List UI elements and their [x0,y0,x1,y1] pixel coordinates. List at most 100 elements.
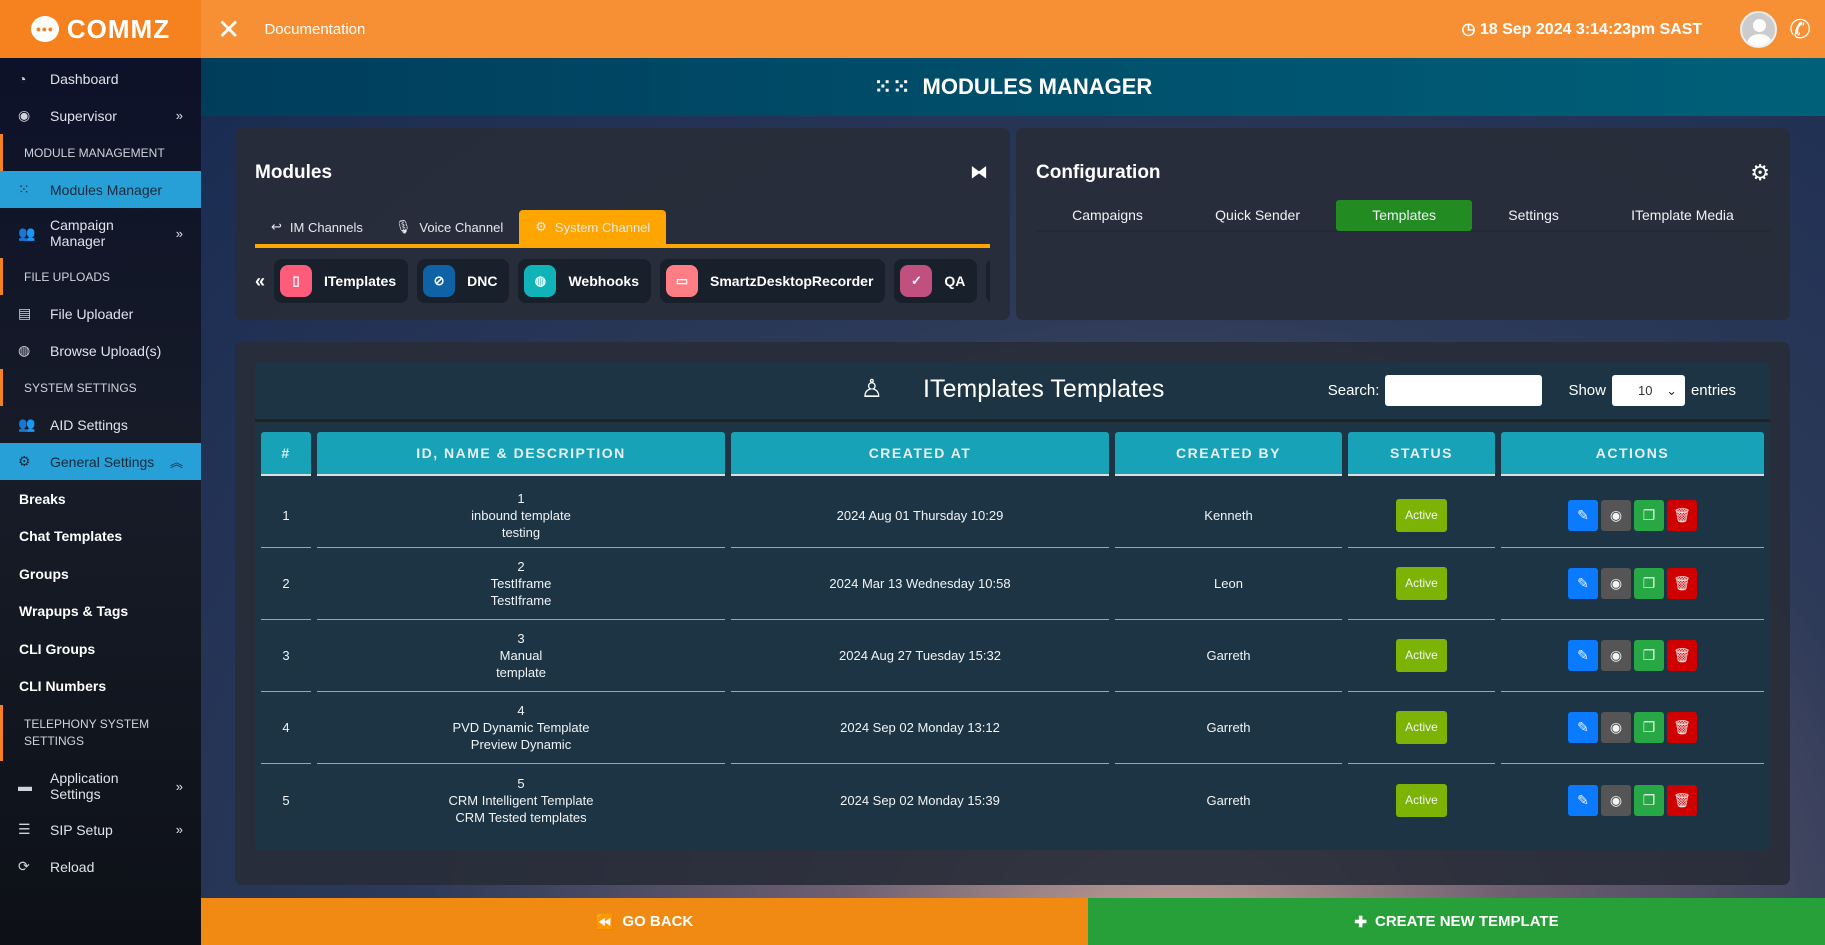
edit-icon[interactable]: ✎ [1568,712,1598,743]
entries-select[interactable]: 10⌄ [1612,375,1685,406]
tab-templates[interactable]: Templates [1336,200,1472,231]
entries-label: entries [1691,382,1736,399]
copy-icon[interactable]: ❐ [1634,500,1664,531]
tab-system-channel[interactable]: ⚙System Channel [519,210,666,244]
clock-datetime: ◷ 18 Sep 2024 3:14:23pm SAST [1461,19,1702,39]
copy-icon[interactable]: ❐ [1634,640,1664,671]
nav-aid-settings[interactable]: 👥AID Settings [0,406,201,443]
nav-label: Reload [50,859,94,875]
nav-breaks[interactable]: Breaks [0,480,201,518]
nav-application-settings[interactable]: ▬Application Settings» [0,761,201,811]
phone-icon[interactable]: ✆ [1789,14,1811,45]
tab-im-channels[interactable]: ↩IM Channels [255,210,379,244]
module-webhooks[interactable]: ◍Webhooks [518,259,651,303]
search-input[interactable] [1385,375,1542,406]
eye-icon[interactable]: ◉ [1601,568,1631,599]
nav-file-uploader[interactable]: ▤File Uploader [0,295,201,332]
trash-icon[interactable]: 🗑 [1667,500,1697,531]
nav-groups[interactable]: Groups [0,555,201,593]
eye-icon[interactable]: ◉ [1601,785,1631,816]
trash-icon[interactable]: 🗑 [1667,785,1697,816]
edit-icon[interactable]: ✎ [1568,640,1598,671]
edit-icon[interactable]: ✎ [1568,568,1598,599]
col-number[interactable]: # [261,432,311,476]
module-qa[interactable]: ✓QA [894,259,977,303]
nav-chat-templates[interactable]: Chat Templates [0,518,201,556]
nav-supervisor[interactable]: ◉Supervisor» [0,97,201,134]
nav-general-settings[interactable]: ⚙General Settings︽ [0,443,201,480]
row-actions: ✎◉❐🗑 [1501,548,1764,620]
row-created-at: 2024 Aug 01 Thursday 10:29 [731,476,1109,548]
edit-icon[interactable]: ✎ [1568,500,1598,531]
avatar[interactable] [1740,11,1777,48]
go-back-button[interactable]: ⏪GO BACK [201,898,1088,945]
documentation-link[interactable]: Documentation [264,21,365,38]
col-created-at[interactable]: CREATED AT [731,432,1109,476]
module-partial[interactable]: ▤ [986,259,990,303]
nav-browse-uploads[interactable]: ◍Browse Upload(s) [0,332,201,369]
copy-icon[interactable]: ❐ [1634,712,1664,743]
col-created-by[interactable]: CREATED BY [1115,432,1342,476]
nav-reload[interactable]: ⟳Reload [0,848,201,885]
nav-label: File Uploader [50,306,133,322]
templates-panel: ♙ITemplates Templates Search: Show 10⌄ e… [235,342,1790,885]
nav-wrapups-tags[interactable]: Wrapups & Tags [0,593,201,631]
template-name: PVD Dynamic Template [317,719,725,736]
nav-sip-setup[interactable]: ☰SIP Setup» [0,811,201,848]
module-itemplates[interactable]: ▯ITemplates [274,259,408,303]
edit-icon[interactable]: ✎ [1568,785,1598,816]
module-dnc[interactable]: ⊘DNC [417,259,509,303]
file-code-icon: ▯ [280,265,312,297]
create-template-button[interactable]: ✚CREATE NEW TEMPLATE [1088,898,1825,945]
compress-icon[interactable]: ⧓ [970,162,988,183]
chat-bubble-icon: ••• [31,16,59,42]
eye-icon[interactable]: ◉ [1601,640,1631,671]
row-actions: ✎◉❐🗑 [1501,764,1764,836]
trash-icon[interactable]: 🗑 [1667,712,1697,743]
scroll-left-icon[interactable]: « [255,271,265,292]
close-icon[interactable]: ✕ [217,13,240,46]
nav-dashboard[interactable]: ◔Dashboard [0,60,201,97]
trash-icon[interactable]: 🗑 [1667,568,1697,599]
section-file-uploads: FILE UPLOADS [0,258,201,295]
plus-icon: ✚ [1354,913,1367,931]
row-status: Active [1348,620,1495,692]
row-number: 1 [261,476,311,548]
tab-itemplate-media[interactable]: ITemplate Media [1595,200,1770,231]
nav-modules-manager[interactable]: ⁙Modules Manager [0,171,201,208]
row-created-by: Leon [1115,548,1342,620]
col-id-name-description[interactable]: ID, NAME & DESCRIPTION [317,432,725,476]
col-status[interactable]: STATUS [1348,432,1495,476]
chevron-down-icon: » [176,108,183,123]
copy-icon[interactable]: ❐ [1634,568,1664,599]
table-row: 3 3Manualtemplate 2024 Aug 27 Tuesday 15… [261,620,1764,692]
datetime-text: 18 Sep 2024 3:14:23pm SAST [1480,21,1702,38]
tab-quick-sender[interactable]: Quick Sender [1179,200,1336,231]
tab-label: Voice Channel [419,220,503,235]
template-id: 5 [317,775,725,792]
row-id-name-description: 1inbound templatetesting [317,476,725,548]
tab-campaigns[interactable]: Campaigns [1036,200,1179,231]
tab-voice-channel[interactable]: 🎙 Voice Channel [379,210,519,244]
microphone-icon: 🎙 [395,219,412,235]
nav-cli-numbers[interactable]: CLI Numbers [0,668,201,706]
module-label: Webhooks [568,273,639,289]
nav-cli-groups[interactable]: CLI Groups [0,630,201,668]
eye-icon[interactable]: ◉ [1601,500,1631,531]
tab-settings[interactable]: Settings [1472,200,1595,231]
template-id: 1 [317,490,725,507]
configuration-panel: Configuration ⚙ Campaigns Quick Sender T… [1016,128,1790,320]
copy-icon[interactable]: ❐ [1634,785,1664,816]
modules-title: Modules [255,162,332,184]
eye-icon[interactable]: ◉ [1601,712,1631,743]
users-cog-icon: 👥 [18,416,50,433]
logo[interactable]: •••COMMZ [0,0,201,58]
template-description: TestIframe [317,592,725,609]
nav-label: AID Settings [50,417,128,433]
col-actions[interactable]: ACTIONS [1501,432,1764,476]
trash-icon[interactable]: 🗑 [1667,640,1697,671]
nav-label: SIP Setup [50,822,113,838]
nav-campaign-manager[interactable]: 👥Campaign Manager» [0,208,201,258]
module-smartz-desktop-recorder[interactable]: ▭SmartzDesktopRecorder [660,259,885,303]
chevron-down-icon: » [176,226,183,241]
